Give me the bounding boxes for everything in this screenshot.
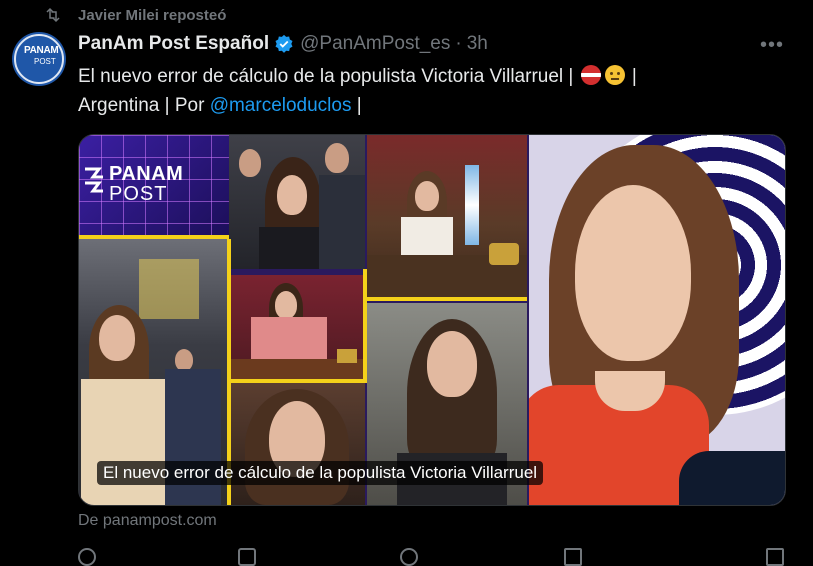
repost-icon <box>44 6 62 24</box>
like-icon[interactable] <box>400 548 418 566</box>
more-options-icon[interactable]: ••• <box>760 34 784 57</box>
share-icon[interactable] <box>766 548 784 566</box>
tweet-time[interactable]: 3h <box>467 33 488 55</box>
reply-icon[interactable] <box>78 548 96 566</box>
author-handle[interactable]: @PanAmPost_es <box>300 33 450 55</box>
yellow-divider <box>229 379 367 383</box>
views-icon[interactable] <box>564 548 582 566</box>
photo-desk <box>229 275 365 379</box>
photo-senate-group <box>229 135 365 269</box>
card-caption: El nuevo error de cálculo de la populist… <box>97 461 544 485</box>
retweet-icon[interactable] <box>238 548 256 566</box>
yellow-divider <box>367 297 527 301</box>
tweet-text-main: El nuevo error de cálculo de la populist… <box>78 66 574 87</box>
card-logo-line2: POST <box>109 183 168 205</box>
tweet-text-line2: Argentina | Por <box>78 95 210 116</box>
photo-main-portrait <box>529 135 785 505</box>
separator-dot: · <box>455 33 462 54</box>
avatar-logo-line2: POST <box>34 57 56 66</box>
verified-badge-icon <box>274 34 294 54</box>
tweet-text: El nuevo error de cálculo de la populist… <box>78 62 738 120</box>
tweet-text-separator: | <box>631 66 637 87</box>
avatar[interactable]: PANAM POST <box>12 32 66 86</box>
photo-portrait <box>229 383 365 505</box>
tweet-header: PanAm Post Español @PanAmPost_es · 3h <box>78 32 488 56</box>
logo-panel: PANAM POST <box>79 135 229 235</box>
thinking-face-emoji-icon <box>604 65 625 85</box>
author-name[interactable]: PanAm Post Español <box>78 33 269 55</box>
yellow-divider <box>363 269 367 379</box>
mention-link[interactable]: @marceloduclos <box>210 95 352 116</box>
link-card[interactable]: PANAM POST El nuevo error de cálculo de … <box>78 134 786 506</box>
photo-chamber <box>367 135 527 297</box>
yellow-divider <box>79 235 229 239</box>
panam-logo-icon <box>85 167 103 193</box>
repost-text: Javier Milei reposteó <box>78 6 227 24</box>
avatar-logo-line1: PANAM <box>24 45 59 56</box>
link-source[interactable]: De panampost.com <box>78 512 217 530</box>
tweet-actions <box>78 548 784 566</box>
repost-indicator[interactable]: Javier Milei reposteó <box>44 4 226 26</box>
tweet-text-line2-end: | <box>351 95 362 116</box>
austria-flag-emoji-icon <box>580 65 601 85</box>
